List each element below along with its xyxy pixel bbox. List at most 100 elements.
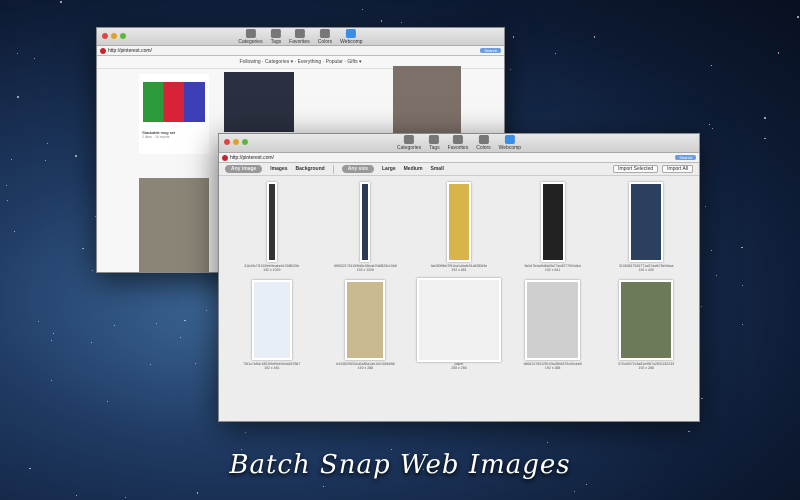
filter-any-image[interactable]: Any image: [225, 165, 262, 173]
colors-icon: [478, 135, 488, 144]
toolbar-label: Colors: [476, 145, 490, 151]
image-item[interactable]: 6f55321751159fd6c3bbda7b6f825c10b8 192 x …: [319, 180, 413, 272]
star: [711, 250, 712, 251]
title-bar: Categories Tags Favorites Colors Webcomp: [219, 134, 699, 153]
search-button[interactable]: Search: [675, 155, 696, 160]
toolbar-label: Categories: [238, 39, 262, 45]
image-size: 192 x 400: [639, 268, 654, 272]
toolbar-webcomp[interactable]: Webcomp: [340, 29, 362, 45]
image-item[interactable]: 31060817526771a57dafb78e0feaa 192 x 400: [599, 180, 693, 272]
toolbar-webcomp[interactable]: Webcomp: [499, 135, 521, 151]
image-thumbnail[interactable]: [345, 280, 385, 360]
star: [51, 380, 52, 381]
url-field[interactable]: http://pinterest.com/: [108, 48, 478, 54]
filter-any-size[interactable]: Any size: [342, 165, 374, 173]
toolbar-favorites[interactable]: Favorites: [289, 29, 310, 45]
image-size: 192 x 451: [264, 366, 279, 370]
toolbar-label: Favorites: [448, 145, 469, 151]
star: [6, 185, 7, 186]
toolbar-categories[interactable]: Categories: [238, 29, 262, 45]
pin-dark[interactable]: [224, 72, 294, 132]
star: [11, 159, 12, 160]
image-thumbnail[interactable]: [267, 182, 277, 262]
filter-background[interactable]: Background: [296, 166, 325, 172]
star: [688, 431, 689, 432]
star: [778, 52, 779, 53]
image-item[interactable]: 31b49c7f1192feb9eabeb109f8029e 192 x 1029: [225, 180, 319, 272]
star: [34, 58, 35, 59]
close-button[interactable]: [102, 33, 108, 39]
star: [513, 36, 514, 37]
zoom-button[interactable]: [120, 33, 126, 39]
import-all-button[interactable]: Import All: [662, 165, 693, 173]
pin-mugs[interactable]: Stackable mug set 2 likes · 16 repins: [139, 74, 209, 154]
toolbar-tags[interactable]: Tags: [271, 29, 282, 45]
star: [17, 53, 18, 54]
star: [184, 320, 185, 321]
image-item[interactable]: paper 256 x 256: [412, 278, 506, 370]
toolbar-colors[interactable]: Colors: [476, 135, 490, 151]
star: [711, 65, 712, 66]
star: [764, 117, 766, 119]
star: [764, 138, 765, 139]
star: [594, 36, 596, 38]
image-item[interactable]: 07f1e6972c3a81e9f87a2831182239 192 x 288: [599, 278, 693, 370]
toolbar-label: Categories: [397, 145, 421, 151]
image-thumbnail[interactable]: [360, 182, 370, 262]
star: [156, 323, 157, 324]
image-thumbnail[interactable]: [417, 278, 501, 362]
star: [14, 231, 15, 232]
image-thumbnail[interactable]: [541, 182, 565, 262]
star: [45, 160, 46, 161]
image-item[interactable]: b4438298334d2a85a1ab1b01565b58 192 x 288: [319, 278, 413, 370]
star: [709, 124, 710, 125]
image-thumbnail[interactable]: [447, 182, 471, 262]
address-bar[interactable]: http://pinterest.com/Search: [219, 153, 699, 163]
webcomp-icon: [346, 29, 356, 38]
address-bar[interactable]: http://pinterest.com/Search: [97, 46, 504, 56]
toolbar-tags[interactable]: Tags: [429, 135, 440, 151]
star: [195, 363, 196, 364]
filter-small[interactable]: Small: [431, 166, 444, 172]
image-item[interactable]: 75f1c7a5cb1851f9ef9eb9d4a547867 192 x 451: [225, 278, 319, 370]
filter-large[interactable]: Large: [382, 166, 396, 172]
star: [197, 492, 198, 493]
star: [114, 325, 115, 326]
image-thumbnail[interactable]: [629, 182, 663, 262]
star: [206, 310, 207, 311]
filter-bar: Any image Images Background Any size Lar…: [219, 163, 699, 176]
search-button[interactable]: Search: [480, 48, 501, 53]
pin-wedding[interactable]: [139, 178, 209, 273]
image-thumbnail[interactable]: [619, 280, 673, 360]
toolbar-colors[interactable]: Colors: [318, 29, 332, 45]
star: [107, 401, 108, 402]
tags-icon: [429, 135, 439, 144]
image-thumbnail[interactable]: [525, 280, 580, 360]
star: [701, 398, 702, 399]
toolbar-categories[interactable]: Categories: [397, 135, 421, 151]
minimize-button[interactable]: [111, 33, 117, 39]
toolbar-favorites[interactable]: Favorites: [448, 135, 469, 151]
zoom-button[interactable]: [242, 139, 248, 145]
favorites-icon: [294, 29, 304, 38]
star: [555, 53, 556, 54]
star: [510, 69, 511, 70]
filter-medium[interactable]: Medium: [404, 166, 423, 172]
image-thumbnail[interactable]: [252, 280, 292, 360]
star: [91, 342, 92, 343]
image-size: 256 x 256: [451, 366, 466, 370]
image-item[interactable]: 5a0d7feda5d8a0fa77ac8377594dbd 192 x 641: [506, 180, 600, 272]
star: [82, 248, 83, 249]
image-size: 192 x 288: [358, 366, 373, 370]
image-item[interactable]: b86414760425193a38b4875c90cbe8 192 x 288: [506, 278, 600, 370]
image-item[interactable]: fab3f0f9bb7f91ea1ddafe91a5383f4e 192 x 65…: [412, 180, 506, 272]
close-button[interactable]: [224, 139, 230, 145]
filter-images[interactable]: Images: [270, 166, 287, 172]
minimize-button[interactable]: [233, 139, 239, 145]
caption: Batch Snap Web Images: [0, 450, 800, 480]
star: [701, 306, 702, 307]
toolbar-label: Tags: [429, 145, 440, 151]
url-field[interactable]: http://pinterest.com/: [230, 155, 673, 161]
import-selected-button[interactable]: Import Selected: [613, 165, 658, 173]
favorites-icon: [453, 135, 463, 144]
